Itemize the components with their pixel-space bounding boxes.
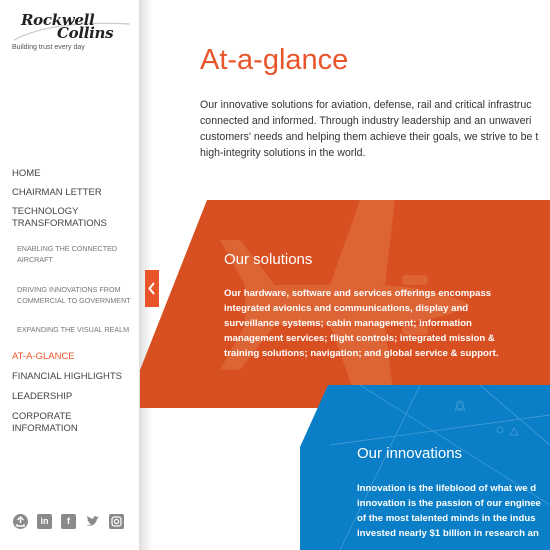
main-content: At-a-glance Our innovative solutions for… — [140, 0, 550, 550]
solutions-title: Our solutions — [224, 251, 313, 268]
intro-line: Our innovative solutions for aviation, d… — [200, 99, 532, 111]
nav-item-at-a-glance[interactable]: AT-A-GLANCE — [12, 351, 137, 363]
share-glyph — [16, 516, 25, 527]
nav-subitem-enabling-connected-aircraft[interactable]: ENABLING THE CONNECTED AIRCRAFT — [17, 243, 137, 265]
intro-line: high-integrity solutions in the world. — [200, 147, 366, 159]
nav-item-home[interactable]: HOME — [12, 168, 137, 180]
innovations-title: Our innovations — [357, 445, 463, 462]
share-icon[interactable] — [13, 514, 28, 529]
nav-subitem-driving-line1: DRIVING INNOVATIONS FROM — [17, 284, 121, 294]
nav-item-technology-line1: TECHNOLOGY — [12, 206, 79, 217]
twitter-glyph — [86, 516, 99, 526]
logo-tagline: Building trust every day — [12, 44, 85, 51]
sidebar-nav: HOME CHAIRMAN LETTER TECHNOLOGY TRANSFOR… — [12, 168, 137, 435]
solutions-line: management services; flight controls; in… — [224, 333, 495, 344]
sidebar-collapse-button[interactable] — [145, 270, 159, 307]
nav-item-technology-line2: TRANSFORMATIONS — [12, 218, 107, 229]
nav-subitem-enabling-line2: AIRCRAFT — [17, 255, 53, 265]
nav-item-chairman-letter[interactable]: CHAIRMAN LETTER — [12, 187, 137, 199]
innovations-line: innovation is the passion of our enginee — [357, 498, 541, 509]
twitter-icon[interactable] — [85, 514, 100, 529]
innovations-line: Innovation is the lifeblood of what we d — [357, 483, 537, 494]
intro-line: customers' needs and helping them achiev… — [200, 131, 539, 143]
nav-subitem-driving-line2: COMMERCIAL TO GOVERNMENT — [17, 295, 131, 305]
nav-subitem-enabling-line1: ENABLING THE CONNECTED — [17, 244, 118, 254]
page-title: At-a-glance — [200, 44, 349, 76]
nav-item-leadership[interactable]: LEADERSHIP — [12, 391, 137, 403]
chevron-left-icon — [148, 282, 155, 295]
rockwell-collins-logo[interactable]: Rockwell Collins Building trust every da… — [12, 10, 134, 55]
intro-paragraph: Our innovative solutions for aviation, d… — [200, 97, 550, 161]
instagram-glyph — [111, 516, 122, 527]
nav-item-financial-highlights[interactable]: FINANCIAL HIGHLIGHTS — [12, 371, 137, 383]
solutions-line: Our hardware, software and services offe… — [224, 288, 492, 299]
intro-line: connected and informed. Through industry… — [200, 115, 532, 127]
nav-subitem-driving-innovations[interactable]: DRIVING INNOVATIONS FROM COMMERCIAL TO G… — [17, 284, 137, 306]
solutions-line: training solutions; navigation; and glob… — [224, 348, 499, 359]
innovations-line: of the most talented minds in the indus — [357, 513, 536, 524]
nav-subitem-expanding-visual-realm[interactable]: EXPANDING THE VISUAL REALM — [17, 324, 137, 335]
instagram-icon[interactable] — [109, 514, 124, 529]
innovations-body: Innovation is the lifeblood of what we d… — [357, 481, 541, 541]
solutions-line: surveillance systems; cabin management; … — [224, 318, 472, 329]
linkedin-icon[interactable]: in — [37, 514, 52, 529]
logo-text-collins: Collins — [57, 24, 114, 42]
sidebar: Rockwell Collins Building trust every da… — [0, 0, 140, 550]
solutions-line: integrated avionics and communications, … — [224, 303, 469, 314]
nav-item-corporate-information[interactable]: CORPORATE INFORMATION — [12, 411, 137, 435]
innovations-line: invested nearly $1 billion in research a… — [357, 528, 539, 539]
solutions-body: Our hardware, software and services offe… — [224, 286, 499, 361]
nav-item-technology-transformations[interactable]: TECHNOLOGY TRANSFORMATIONS — [12, 206, 137, 230]
facebook-icon[interactable]: f — [61, 514, 76, 529]
